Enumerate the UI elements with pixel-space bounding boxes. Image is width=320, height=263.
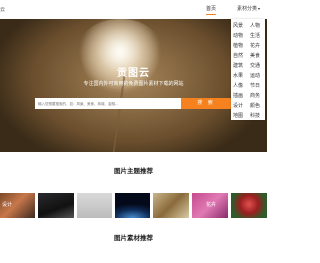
theme-thumbnail[interactable] bbox=[231, 193, 267, 218]
dropdown-item[interactable]: 水果 bbox=[233, 72, 243, 79]
dropdown-item[interactable]: 交通 bbox=[250, 62, 260, 69]
nav-category-menu[interactable]: 素材分类▾ bbox=[237, 5, 260, 12]
top-navbar: 云 首页 素材分类▾ bbox=[0, 0, 267, 19]
thumbnail-label: 花卉 bbox=[206, 202, 217, 208]
dropdown-item[interactable]: 人像 bbox=[233, 82, 243, 89]
dropdown-item[interactable]: 科技 bbox=[250, 112, 260, 119]
dropdown-item[interactable]: 运动 bbox=[250, 72, 260, 79]
dropdown-item[interactable]: 生活 bbox=[250, 32, 260, 39]
search-input[interactable] bbox=[35, 98, 181, 109]
dropdown-item[interactable]: 美食 bbox=[250, 52, 260, 59]
site-logo[interactable]: 云 bbox=[0, 6, 5, 13]
search-bar: 搜 索 bbox=[35, 98, 231, 109]
hero-banner: 贡图云 专注国内外可商用的免费图片素材下载的网站 搜 索 bbox=[0, 19, 267, 152]
theme-thumbnail[interactable] bbox=[77, 193, 112, 218]
chevron-down-icon: ▾ bbox=[258, 6, 261, 11]
dropdown-item[interactable]: 自然 bbox=[233, 52, 243, 59]
dropdown-item[interactable]: 地图 bbox=[233, 112, 243, 119]
nav-category-label: 素材分类 bbox=[237, 6, 258, 12]
category-dropdown: 风景 人物 动物 生活 植物 花卉 自然 美食 建筑 交通 水果 运动 人像 节… bbox=[231, 19, 265, 120]
hero-title: 贡图云 bbox=[117, 68, 150, 79]
thumbnail-label: 设计 bbox=[2, 202, 13, 208]
dropdown-item[interactable]: 设计 bbox=[233, 102, 243, 109]
dropdown-item[interactable]: 风景 bbox=[233, 22, 243, 29]
dropdown-item[interactable]: 节日 bbox=[250, 82, 260, 89]
theme-thumbnail[interactable] bbox=[153, 193, 189, 218]
theme-thumbnail[interactable] bbox=[38, 193, 74, 218]
dropdown-item[interactable]: 动物 bbox=[233, 32, 243, 39]
dropdown-item[interactable]: 商务 bbox=[250, 92, 260, 99]
dropdown-item[interactable]: 人物 bbox=[250, 22, 260, 29]
search-button[interactable]: 搜 索 bbox=[181, 98, 231, 109]
theme-thumbnail[interactable]: 花卉 bbox=[192, 193, 228, 218]
themes-section-title: 图片主题推荐 bbox=[114, 167, 153, 175]
dropdown-item[interactable]: 植物 bbox=[233, 42, 243, 49]
materials-section-title: 图片素材推荐 bbox=[114, 234, 153, 242]
dropdown-item[interactable]: 颜色 bbox=[250, 102, 260, 109]
theme-thumbnail[interactable]: 设计 bbox=[0, 193, 35, 218]
dropdown-item[interactable]: 建筑 bbox=[233, 62, 243, 69]
theme-thumbnail[interactable] bbox=[115, 193, 150, 218]
hero-subtitle: 专注国内外可商用的免费图片素材下载的网站 bbox=[83, 81, 184, 87]
nav-home-link[interactable]: 首页 bbox=[206, 5, 217, 15]
dropdown-item[interactable]: 花卉 bbox=[250, 42, 260, 49]
dropdown-item[interactable]: 插画 bbox=[233, 92, 243, 99]
